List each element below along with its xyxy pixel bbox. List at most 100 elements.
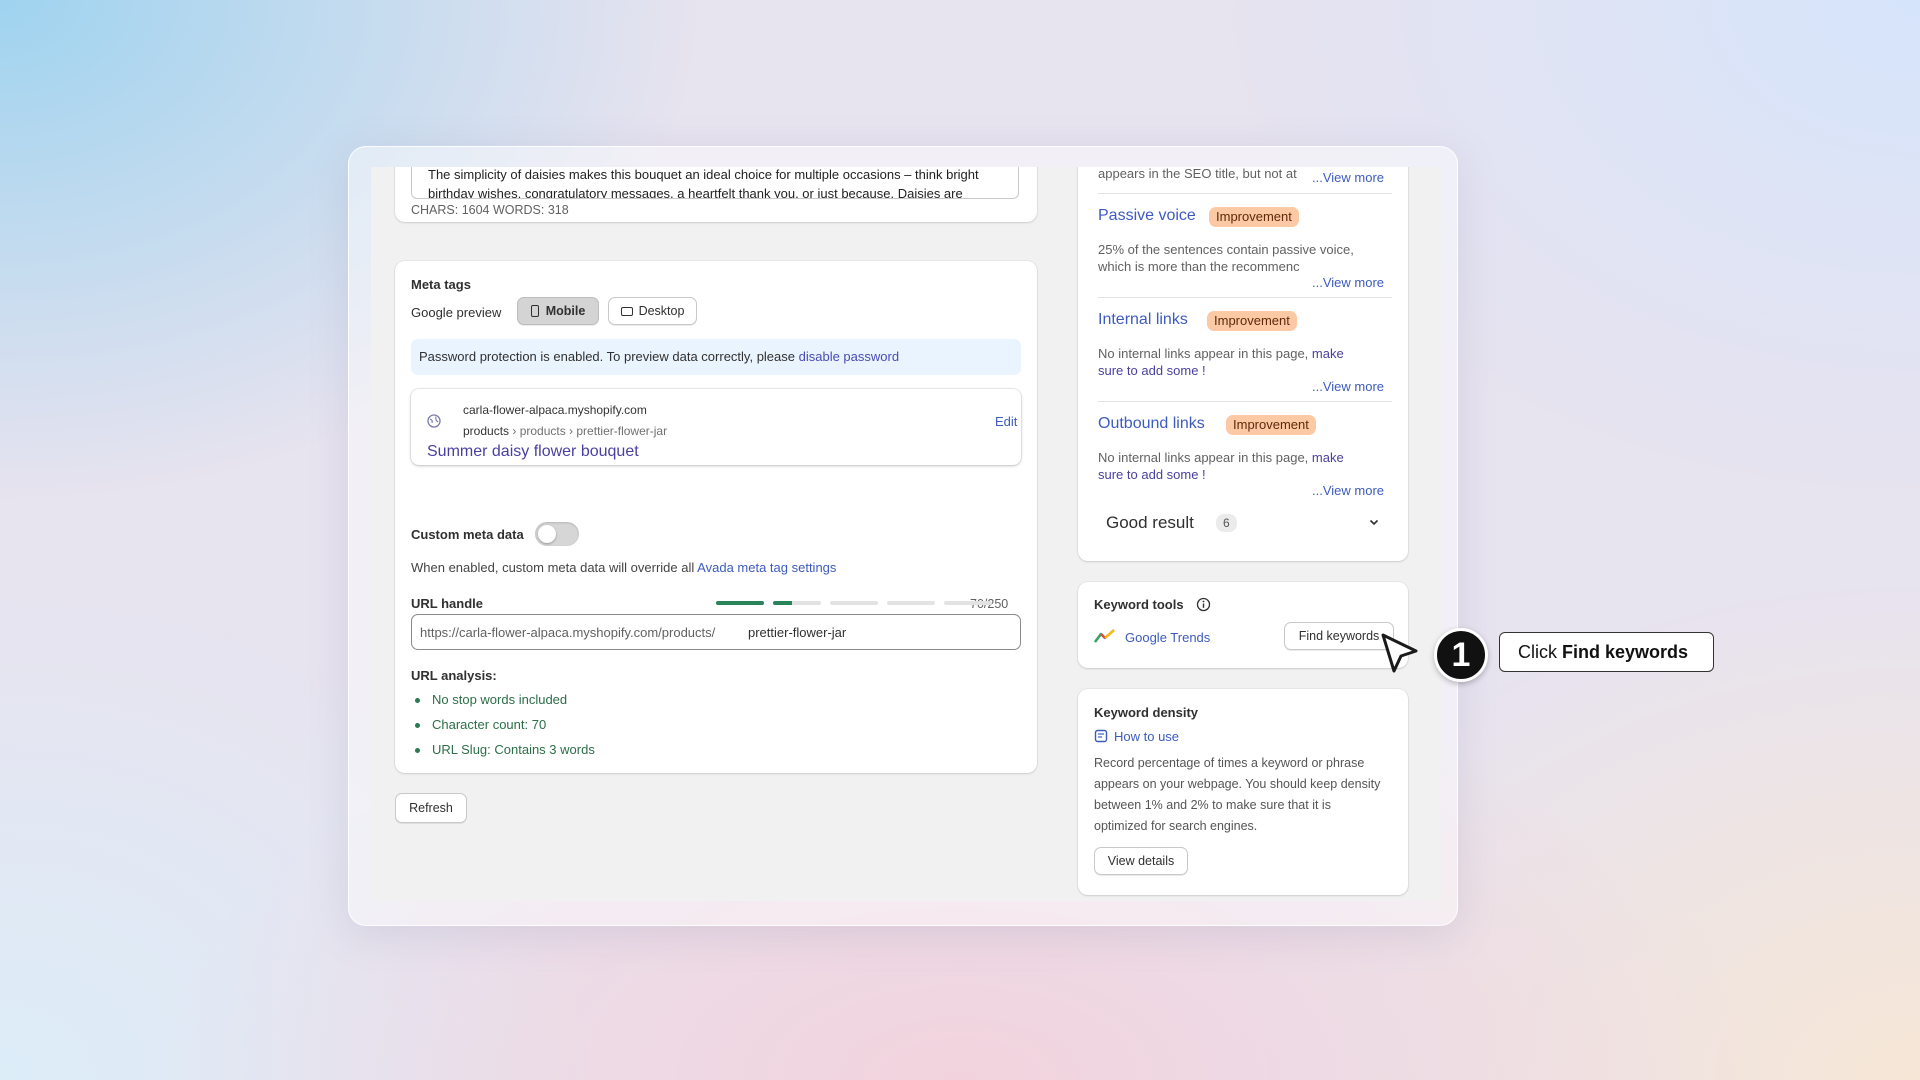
- info-icon[interactable]: [1196, 597, 1211, 612]
- outbound-links-text: No internal links appear in this page,: [1098, 450, 1309, 465]
- passive-voice-title[interactable]: Passive voice: [1098, 207, 1196, 225]
- length-meter-seg-5: [944, 601, 992, 605]
- desktop-icon: [620, 306, 633, 316]
- keyword-tools-card: Keyword tools Google Trends Find keyword…: [1078, 582, 1408, 668]
- keyword-tools-title: Keyword tools: [1094, 597, 1184, 612]
- good-result-row[interactable]: Good result 6: [1098, 507, 1392, 537]
- custom-meta-note-text: When enabled, custom meta data will over…: [411, 560, 695, 575]
- length-meter-seg-4: [887, 601, 935, 605]
- password-notice-text: Password protection is enabled. To previ…: [419, 349, 899, 364]
- improvement-badge: Improvement: [1209, 207, 1299, 227]
- app-viewport: The simplicity of daisies makes this bou…: [371, 167, 1441, 901]
- outbound-links-title[interactable]: Outbound links: [1098, 415, 1205, 433]
- how-to-use-link[interactable]: How to use: [1114, 729, 1179, 744]
- disable-password-link[interactable]: disable password: [799, 349, 899, 364]
- mobile-toggle-button[interactable]: Mobile: [517, 297, 599, 325]
- find-keywords-button[interactable]: Find keywords: [1284, 622, 1394, 650]
- sure-to-add-link[interactable]: sure to add some !: [1098, 467, 1206, 482]
- length-meter-seg-2: [773, 601, 821, 605]
- description-line-1: The simplicity of daisies makes this bou…: [428, 167, 979, 182]
- improvement-badge: Improvement: [1226, 415, 1316, 435]
- mobile-label: Mobile: [545, 304, 586, 318]
- desktop-label: Desktop: [638, 304, 685, 318]
- passive-voice-line2: which is more than the recommenc: [1098, 259, 1300, 274]
- description-line-2: birthday wishes, congratulatory messages…: [428, 186, 963, 199]
- url-analysis-item: Character count: 70: [432, 717, 547, 732]
- custom-meta-toggle[interactable]: [535, 522, 579, 546]
- preview-domain: carla-flower-alpaca.myshopify.com: [463, 403, 647, 417]
- divider: [1098, 297, 1392, 298]
- callout-prefix: Click: [1518, 641, 1562, 662]
- google-preview-box: carla-flower-alpaca.myshopify.com produc…: [411, 389, 1021, 465]
- tutorial-callout: Click Find keywords: [1499, 632, 1714, 672]
- seo-checks-card: appears in the SEO title, but not at ...…: [1078, 167, 1408, 561]
- good-result-count: 6: [1216, 514, 1237, 532]
- url-analysis-item: No stop words included: [432, 692, 568, 707]
- step-number: 1: [1451, 635, 1471, 674]
- password-banner: Password protection is enabled. To previ…: [411, 339, 1021, 375]
- preview-breadcrumb: products › products › prettier-flower-ja…: [463, 424, 667, 438]
- book-icon: [1094, 729, 1108, 743]
- passive-voice-line1: 25% of the sentences contain passive voi…: [1098, 242, 1354, 257]
- internal-links-text: No internal links appear in this page,: [1098, 346, 1309, 361]
- view-details-button[interactable]: View details: [1094, 847, 1188, 875]
- avada-meta-settings-link[interactable]: Avada meta tag settings: [697, 560, 836, 575]
- chevron-down-icon: [1369, 519, 1379, 526]
- url-analysis-label: URL analysis:: [411, 668, 497, 683]
- internal-links-title[interactable]: Internal links: [1098, 311, 1188, 329]
- density-desc-line: Record percentage of times a keyword or …: [1094, 756, 1365, 770]
- url-analysis-item: URL Slug: Contains 3 words: [432, 742, 595, 757]
- google-trends-icon: [1094, 629, 1115, 643]
- outbound-links-line1: No internal links appear in this page, m…: [1098, 450, 1344, 465]
- password-notice: Password protection is enabled. To previ…: [419, 349, 795, 364]
- make-link[interactable]: make: [1312, 450, 1344, 465]
- preview-title[interactable]: Summer daisy flower bouquet: [427, 443, 639, 461]
- length-meter-seg-1: [716, 601, 764, 605]
- url-handle-value: prettier-flower-jar: [748, 625, 847, 640]
- good-result-label: Good result: [1106, 513, 1194, 532]
- view-more-link[interactable]: ...View more: [1312, 379, 1384, 394]
- sure-to-add-link[interactable]: sure to add some !: [1098, 363, 1206, 378]
- bullet: [415, 723, 420, 728]
- google-trends-link[interactable]: Google Trends: [1125, 630, 1210, 645]
- custom-meta-label: Custom meta data: [411, 527, 524, 542]
- check-top-text: appears in the SEO title, but not at: [1098, 167, 1297, 181]
- cursor-pointer-icon: [1381, 633, 1418, 673]
- breadcrumb-root: products: [463, 424, 510, 438]
- density-desc-line: between 1% and 2% to make sure that it i…: [1094, 798, 1331, 812]
- bullet: [415, 748, 420, 753]
- description-textarea[interactable]: The simplicity of daisies makes this bou…: [411, 167, 1019, 199]
- url-handle-label: URL handle: [411, 596, 483, 611]
- make-link[interactable]: make: [1312, 346, 1344, 361]
- view-more-link[interactable]: ...View more: [1312, 170, 1384, 185]
- length-meter-seg-3: [830, 601, 878, 605]
- toggle-knob: [538, 525, 556, 543]
- meta-tags-card: Meta tags Google preview Mobile Desktop …: [395, 261, 1037, 773]
- custom-meta-note: When enabled, custom meta data will over…: [411, 560, 836, 575]
- view-more-link[interactable]: ...View more: [1312, 483, 1384, 498]
- url-handle-input[interactable]: https://carla-flower-alpaca.myshopify.co…: [411, 614, 1021, 650]
- step-number-badge: 1: [1434, 628, 1488, 682]
- internal-links-line1: No internal links appear in this page, m…: [1098, 346, 1344, 361]
- density-desc-line: appears on your webpage. You should keep…: [1094, 777, 1381, 791]
- description-card: The simplicity of daisies makes this bou…: [395, 167, 1037, 222]
- keyword-density-card: Keyword density How to use Record percen…: [1078, 689, 1408, 895]
- preview-edit-link[interactable]: Edit: [995, 414, 1017, 429]
- desktop-toggle-button[interactable]: Desktop: [608, 297, 697, 325]
- keyword-density-title: Keyword density: [1094, 705, 1199, 720]
- divider: [1098, 193, 1392, 194]
- refresh-button[interactable]: Refresh: [395, 793, 467, 823]
- density-desc-line: optimized for search engines.: [1094, 819, 1258, 833]
- globe-icon: [427, 414, 441, 428]
- breadcrumb-rest: › products › prettier-flower-jar: [509, 424, 668, 438]
- view-more-link[interactable]: ...View more: [1312, 275, 1384, 290]
- char-word-count: CHARS: 1604 WORDS: 318: [411, 203, 569, 217]
- bullet: [415, 698, 420, 703]
- google-preview-label: Google preview: [411, 305, 502, 320]
- meta-tags-title: Meta tags: [411, 277, 471, 292]
- url-prefix: https://carla-flower-alpaca.myshopify.co…: [420, 625, 716, 640]
- callout-bold: Find keywords: [1562, 641, 1689, 662]
- mobile-icon: [530, 305, 539, 317]
- improvement-badge: Improvement: [1207, 311, 1297, 331]
- divider: [1098, 401, 1392, 402]
